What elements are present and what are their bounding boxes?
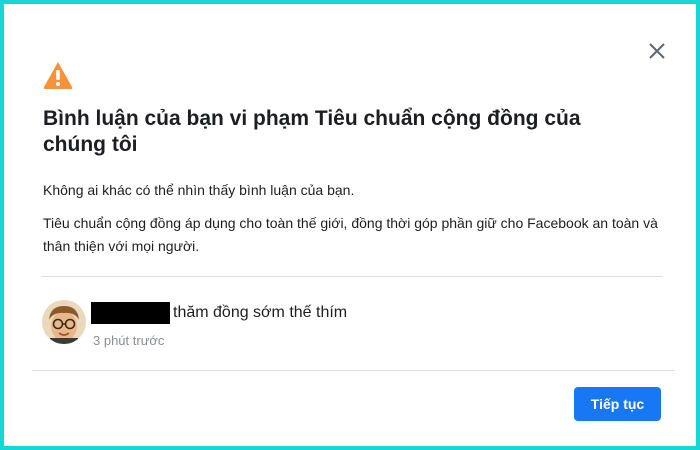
standards-notice: Tiêu chuẩn cộng đồng áp dụng cho toàn th… <box>43 215 658 254</box>
comment-text: thăm đồng sớm thế thím <box>173 304 348 321</box>
close-icon[interactable] <box>646 40 668 62</box>
redacted-username <box>91 302 170 324</box>
avatar <box>42 300 86 344</box>
dialog-title: Bình luận của bạn vi phạm Tiêu chuẩn cộn… <box>43 107 581 156</box>
warning-icon <box>43 62 73 89</box>
dialog: Bình luận của bạn vi phạm Tiêu chuẩn cộn… <box>0 0 700 450</box>
comment-timestamp: 3 phút trước <box>93 333 165 348</box>
divider <box>42 276 662 277</box>
continue-button[interactable]: Tiếp tục <box>574 387 661 421</box>
visibility-notice: Không ai khác có thể nhìn thấy bình luận… <box>43 182 355 198</box>
divider <box>32 370 675 371</box>
